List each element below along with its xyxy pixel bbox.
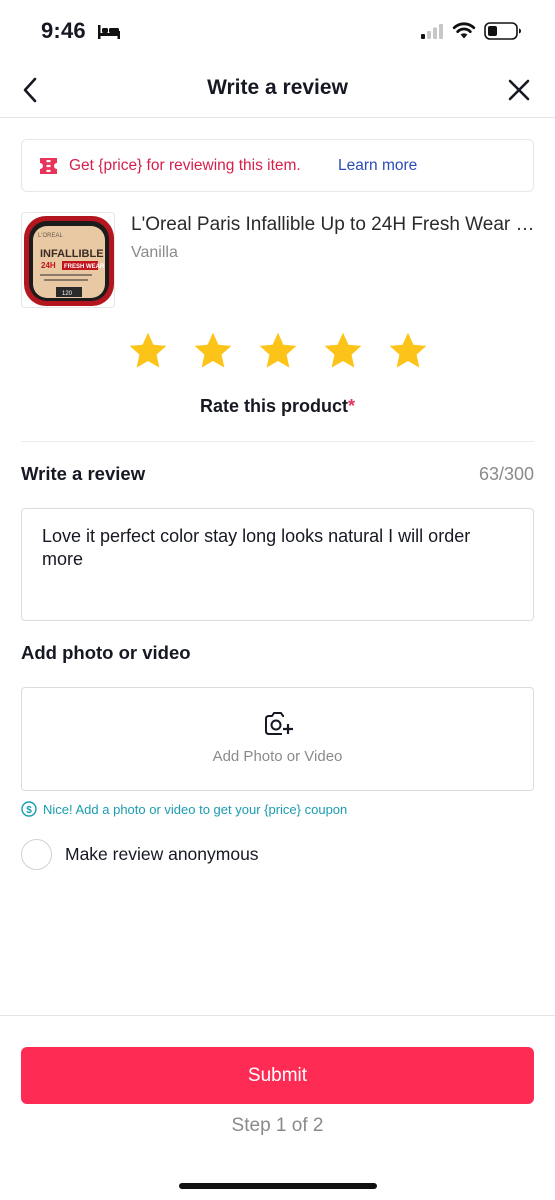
home-indicator[interactable] bbox=[179, 1183, 377, 1189]
add-photo-video-label: Add Photo or Video bbox=[212, 748, 343, 765]
add-photo-video-button[interactable]: Add Photo or Video bbox=[21, 687, 534, 791]
star-icon-2[interactable] bbox=[192, 330, 234, 372]
learn-more-link[interactable]: Learn more bbox=[338, 157, 417, 175]
star-icon-1[interactable] bbox=[127, 330, 169, 372]
star-icon-3[interactable] bbox=[257, 330, 299, 372]
wifi-icon bbox=[452, 22, 476, 39]
reward-text: Get {price} for reviewing this item. bbox=[69, 157, 301, 174]
compact-powder-thumbnail: L'OREAL INFALLIBLE 24H FRESH WEAR 120 bbox=[22, 213, 114, 307]
anonymous-label[interactable]: Make review anonymous bbox=[65, 844, 259, 865]
product-name: L'Oreal Paris Infallible Up to 24H Fresh… bbox=[131, 214, 536, 235]
page-title: Write a review bbox=[207, 76, 348, 99]
close-icon[interactable] bbox=[505, 76, 533, 104]
thumb-hours-text: 24H bbox=[41, 261, 56, 270]
submit-button[interactable]: Submit bbox=[21, 1047, 534, 1104]
cellular-signal-icon bbox=[421, 24, 443, 39]
review-textarea[interactable]: Love it perfect color stay long looks na… bbox=[21, 508, 534, 621]
star-icon-5[interactable] bbox=[387, 330, 429, 372]
star-rating bbox=[127, 330, 432, 372]
coupon-icon bbox=[40, 158, 57, 174]
svg-text:L'OREAL: L'OREAL bbox=[38, 233, 63, 239]
battery-icon bbox=[484, 22, 521, 40]
product-variant: Vanilla bbox=[131, 244, 178, 261]
bed-icon bbox=[98, 25, 120, 39]
dollar-circle-icon: $ bbox=[21, 801, 37, 817]
required-marker: * bbox=[348, 396, 356, 416]
character-counter: 63/300 bbox=[478, 464, 534, 484]
product-image: L'OREAL INFALLIBLE 24H FRESH WEAR 120 bbox=[21, 212, 115, 308]
reward-banner: Get {price} for reviewing this item. Lea… bbox=[21, 139, 534, 192]
camera-plus-icon bbox=[265, 712, 293, 735]
thumb-line-text: FRESH WEAR bbox=[64, 264, 105, 270]
thumb-brand-text: INFALLIBLE bbox=[40, 248, 104, 260]
star-icon-4[interactable] bbox=[322, 330, 364, 372]
status-bar: 9:46 bbox=[0, 0, 555, 60]
header-bar: Write a review bbox=[0, 62, 555, 118]
anonymous-checkbox[interactable] bbox=[21, 839, 52, 870]
step-indicator: Step 1 of 2 bbox=[231, 1115, 324, 1136]
divider bbox=[21, 441, 534, 442]
thumb-shade-text: 120 bbox=[62, 291, 73, 297]
rate-product-label: Rate this product* bbox=[0, 396, 555, 417]
status-time: 9:46 bbox=[41, 18, 86, 43]
rate-product-text: Rate this product bbox=[199, 396, 348, 416]
coupon-hint-text: Nice! Add a photo or video to get your {… bbox=[43, 802, 348, 817]
svg-text:$: $ bbox=[26, 805, 32, 816]
review-section-title: Write a review bbox=[21, 463, 146, 484]
footer-divider bbox=[0, 1015, 555, 1016]
media-section-title: Add photo or video bbox=[21, 642, 191, 663]
